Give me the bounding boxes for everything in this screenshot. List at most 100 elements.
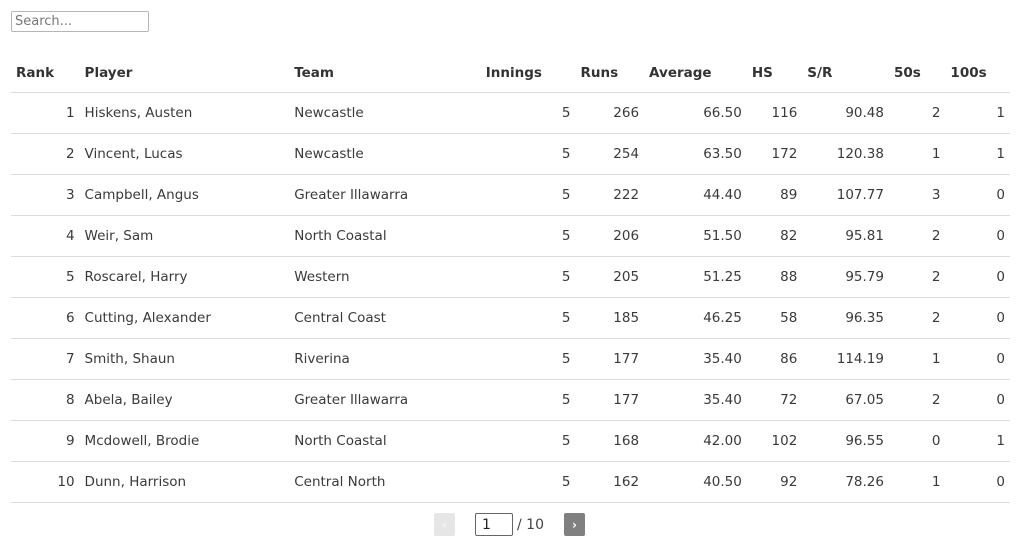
rank-cell: 3 — [11, 174, 80, 216]
team-cell: North Coastal — [289, 215, 481, 257]
fifties-cell: 2 — [888, 215, 946, 257]
innings-cell: 5 — [480, 461, 576, 503]
column-header-team[interactable]: Team — [289, 53, 481, 93]
average-cell: 51.50 — [644, 215, 747, 257]
fifties-cell: 2 — [888, 92, 946, 134]
hs-cell: 116 — [746, 92, 803, 134]
hundreds-cell: 0 — [945, 461, 1010, 503]
fifties-cell: 2 — [888, 379, 946, 421]
player-cell: Weir, Sam — [79, 215, 290, 257]
rank-cell: 4 — [11, 215, 80, 257]
team-cell: Central North — [289, 461, 481, 503]
column-header-sr[interactable]: S/R — [802, 53, 889, 93]
runs-cell: 177 — [575, 379, 645, 421]
sr-cell: 120.38 — [802, 133, 889, 175]
search-input[interactable] — [11, 11, 149, 32]
player-cell: Smith, Shaun — [79, 338, 290, 380]
fifties-cell: 1 — [888, 461, 946, 503]
column-header-runs[interactable]: Runs — [575, 53, 645, 93]
next-page-button[interactable]: › — [563, 513, 585, 536]
hs-cell: 82 — [746, 215, 803, 257]
team-cell: Newcastle — [289, 133, 481, 175]
previous-page-button[interactable]: ‹ — [434, 513, 455, 536]
sr-cell: 107.77 — [802, 174, 889, 216]
table-row: 2 Vincent, Lucas Newcastle 5 254 63.50 172 120.… — [11, 133, 1010, 175]
average-cell: 66.50 — [644, 92, 747, 134]
player-cell: Dunn, Harrison — [79, 461, 290, 503]
column-header-average[interactable]: Average — [644, 53, 747, 93]
chevron-right-icon: › — [572, 517, 577, 532]
page-number-input[interactable] — [475, 513, 513, 536]
player-cell: Hiskens, Austen — [79, 92, 290, 134]
team-cell: Central Coast — [289, 297, 481, 339]
player-cell: Roscarel, Harry — [79, 256, 290, 298]
innings-cell: 5 — [480, 92, 576, 134]
rank-cell: 6 — [11, 297, 80, 339]
column-header-innings[interactable]: Innings — [480, 53, 576, 93]
runs-cell: 185 — [575, 297, 645, 339]
sr-cell: 90.48 — [802, 92, 889, 134]
average-cell: 42.00 — [644, 420, 747, 462]
page-total: / 10 — [517, 516, 544, 533]
table-row: 7 Smith, Shaun Riverina 5 177 35.40 86 114.19 1 0 — [11, 338, 1010, 380]
team-cell: Riverina — [289, 338, 481, 380]
table-row: 6 Cutting, Alexander Central Coast 5 185 46.2… — [11, 297, 1010, 339]
sr-cell: 96.35 — [802, 297, 889, 339]
table-row: 10 Dunn, Harrison Central North 5 162 40.50 92… — [11, 461, 1010, 503]
average-cell: 40.50 — [644, 461, 747, 503]
runs-cell: 177 — [575, 338, 645, 380]
table-row: 5 Roscarel, Harry Western 5 205 51.25 88 95.79 2… — [11, 256, 1010, 298]
hundreds-cell: 0 — [945, 215, 1010, 257]
fifties-cell: 1 — [888, 133, 946, 175]
sr-cell: 95.81 — [802, 215, 889, 257]
average-cell: 44.40 — [644, 174, 747, 216]
innings-cell: 5 — [480, 256, 576, 298]
innings-cell: 5 — [480, 215, 576, 257]
average-cell: 46.25 — [644, 297, 747, 339]
innings-cell: 5 — [480, 174, 576, 216]
rank-cell: 10 — [11, 461, 80, 503]
table-row: 1 Hiskens, Austen Newcastle 5 266 66.50 116 90.… — [11, 92, 1010, 134]
average-cell: 63.50 — [644, 133, 747, 175]
average-cell: 51.25 — [644, 256, 747, 298]
table-row: 8 Abela, Bailey Greater Illawarra 5 177 35.40… — [11, 379, 1010, 421]
team-cell: Greater Illawarra — [289, 174, 481, 216]
innings-cell: 5 — [480, 379, 576, 421]
average-cell: 35.40 — [644, 338, 747, 380]
player-cell: Mcdowell, Brodie — [79, 420, 290, 462]
table-row: 3 Campbell, Angus Greater Illawarra 5 222 44.… — [11, 174, 1010, 216]
rank-cell: 8 — [11, 379, 80, 421]
runs-cell: 206 — [575, 215, 645, 257]
table-row: 4 Weir, Sam North Coastal 5 206 51.50 82 95.81 2… — [11, 215, 1010, 257]
team-cell: Newcastle — [289, 92, 481, 134]
runs-cell: 254 — [575, 133, 645, 175]
rank-cell: 2 — [11, 133, 80, 175]
rank-cell: 7 — [11, 338, 80, 380]
average-cell: 35.40 — [644, 379, 747, 421]
fifties-cell: 2 — [888, 297, 946, 339]
hundreds-cell: 0 — [945, 338, 1010, 380]
sr-cell: 95.79 — [802, 256, 889, 298]
column-header-player[interactable]: Player — [79, 53, 290, 93]
table-row: 9 Mcdowell, Brodie North Coastal 5 168 42.00 1… — [11, 420, 1010, 462]
sr-cell: 114.19 — [802, 338, 889, 380]
innings-cell: 5 — [480, 297, 576, 339]
runs-cell: 168 — [575, 420, 645, 462]
column-header-hs[interactable]: HS — [746, 53, 803, 93]
hundreds-cell: 0 — [945, 174, 1010, 216]
column-header-50s[interactable]: 50s — [888, 53, 946, 93]
sr-cell: 96.55 — [802, 420, 889, 462]
rank-cell: 9 — [11, 420, 80, 462]
hs-cell: 58 — [746, 297, 803, 339]
hundreds-cell: 0 — [945, 297, 1010, 339]
batting-stats-table: Rank Player Team Innings Runs Average HS… — [11, 53, 1010, 503]
hs-cell: 88 — [746, 256, 803, 298]
runs-cell: 205 — [575, 256, 645, 298]
pagination: ‹ / 10 › — [434, 513, 585, 536]
innings-cell: 5 — [480, 338, 576, 380]
runs-cell: 222 — [575, 174, 645, 216]
fifties-cell: 2 — [888, 256, 946, 298]
column-header-100s[interactable]: 100s — [945, 53, 1010, 93]
hundreds-cell: 0 — [945, 379, 1010, 421]
column-header-rank[interactable]: Rank — [11, 53, 80, 93]
